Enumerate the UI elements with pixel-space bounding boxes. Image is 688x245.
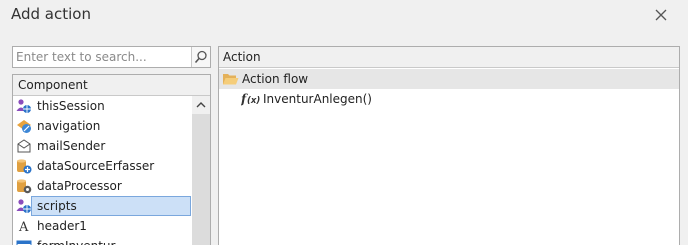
component-scrollbar[interactable] [192,96,210,245]
component-item-mailsender[interactable]: mailSender [13,136,191,156]
component-item-scripts[interactable]: scripts [16,196,191,216]
search-icon [194,50,207,64]
navigation-icon [17,120,31,133]
component-item-label: scripts [37,199,77,213]
function-icon: f (x) [241,92,260,106]
data-source-icon [17,159,32,174]
scripts-icon [16,199,31,213]
mail-sender-icon [17,139,31,153]
action-panel: Action Action flow f (x) InventurAnlegen… [218,46,680,245]
component-item-label: header1 [37,219,87,233]
component-list: thisSession navigation mailSender dataSo… [13,96,191,245]
action-column-header[interactable]: Action [219,47,679,68]
component-item-datasourceerfasser[interactable]: dataSourceErfasser [13,156,191,176]
component-panel: Component thisSession navigation mailSen… [12,74,211,245]
component-item-dataprocessor[interactable]: dataProcessor [13,176,191,196]
dialog-title: Add action [11,5,91,23]
search-input[interactable] [13,47,191,67]
component-item-header1[interactable]: A header1 [13,216,191,236]
svg-text:A: A [18,220,29,234]
component-column-header[interactable]: Component [13,75,210,96]
scroll-up-button[interactable] [192,96,210,114]
search-button[interactable] [191,47,210,67]
text-label-icon: A [18,220,29,234]
svg-text:(x): (x) [247,96,260,106]
action-item-label: InventurAnlegen() [263,92,372,106]
component-item-navigation[interactable]: navigation [13,116,191,136]
component-item-forminventur[interactable]: formInventur [13,236,191,245]
search-box [12,46,211,68]
action-item-inventuranlegen[interactable]: f (x) InventurAnlegen() [219,89,679,109]
component-item-label: dataProcessor [37,179,122,193]
data-processor-icon [17,179,32,194]
component-item-thissession[interactable]: thisSession [13,96,191,116]
form-icon [16,240,32,245]
component-item-label: thisSession [37,99,105,113]
folder-open-icon [223,74,239,85]
chevron-up-icon [196,102,206,108]
close-icon[interactable] [651,5,671,25]
component-item-label: dataSourceErfasser [37,159,155,173]
component-item-label: formInventur [37,239,115,245]
component-item-label: mailSender [37,139,106,153]
action-flow-group[interactable]: Action flow [219,69,679,89]
action-flow-label: Action flow [242,72,309,86]
session-user-icon [16,99,31,113]
component-item-label: navigation [37,119,101,133]
